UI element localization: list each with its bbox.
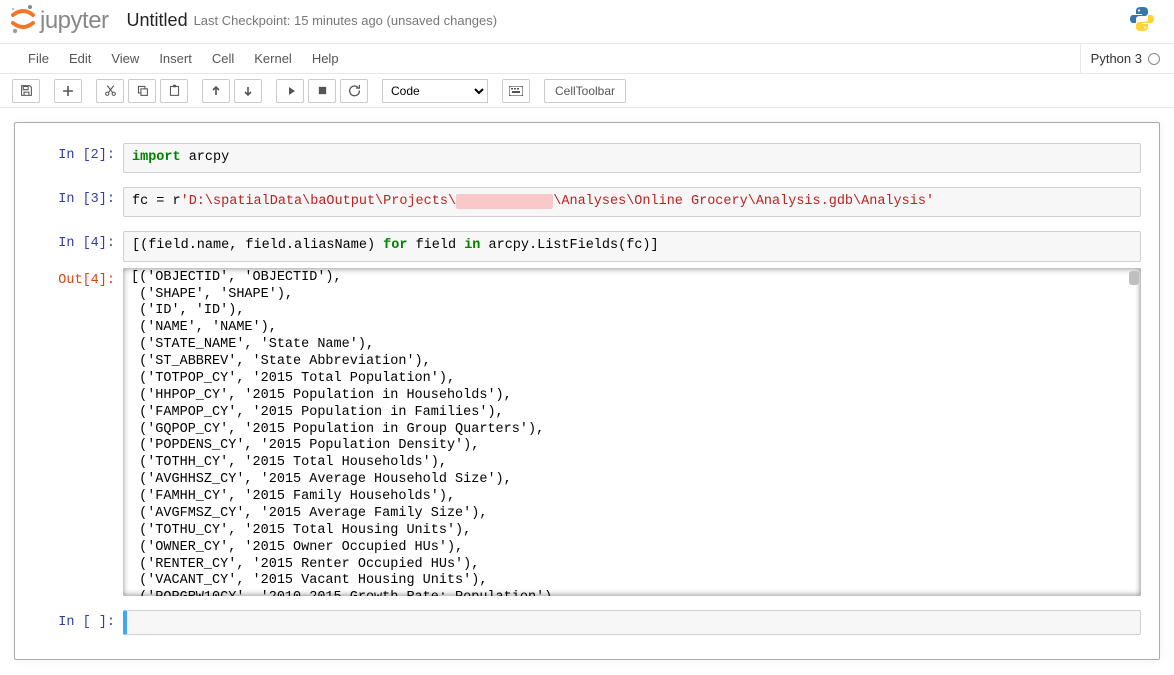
checkpoint-status: Last Checkpoint: 15 minutes ago (unsaved…: [194, 13, 498, 28]
menu-insert[interactable]: Insert: [149, 45, 202, 72]
cell-type-select[interactable]: Code: [382, 79, 488, 103]
menubar: File Edit View Insert Cell Kernel Help P…: [0, 44, 1174, 74]
notebook-title[interactable]: Untitled: [127, 10, 188, 31]
scrollbar-thumb[interactable]: [1129, 271, 1139, 285]
menu-kernel[interactable]: Kernel: [244, 45, 302, 72]
paste-button[interactable]: [160, 79, 188, 103]
notebook-header: jupyter Untitled Last Checkpoint: 15 min…: [0, 0, 1174, 44]
kernel-indicator: Python 3: [1080, 44, 1160, 73]
menu-cell[interactable]: Cell: [202, 45, 244, 72]
restart-button[interactable]: [340, 79, 368, 103]
cut-button[interactable]: [96, 79, 124, 103]
code-cell[interactable]: In [2]: import arcpy: [33, 143, 1141, 173]
output-prompt: Out[4]:: [33, 268, 123, 596]
notebook-container: In [2]: import arcpy In [3]: fc = r'D:\s…: [14, 122, 1160, 660]
jupyter-logo[interactable]: jupyter: [10, 4, 109, 37]
menu-edit[interactable]: Edit: [59, 45, 101, 72]
input-prompt: In [3]:: [33, 187, 123, 217]
code-input[interactable]: [(field.name, field.aliasName) for field…: [123, 231, 1141, 261]
move-up-button[interactable]: [202, 79, 230, 103]
code-cell[interactable]: In [4]: [(field.name, field.aliasName) f…: [33, 231, 1141, 261]
python-icon: [1128, 5, 1156, 36]
interrupt-button[interactable]: [308, 79, 336, 103]
output-cell: Out[4]: [('OBJECTID', 'OBJECTID'), ('SHA…: [33, 268, 1141, 596]
command-palette-button[interactable]: [502, 79, 530, 103]
code-input[interactable]: import arcpy: [123, 143, 1141, 173]
code-input[interactable]: [123, 610, 1141, 635]
output-text[interactable]: [('OBJECTID', 'OBJECTID'), ('SHAPE', 'SH…: [123, 268, 1141, 596]
copy-button[interactable]: [128, 79, 156, 103]
toolbar: Code CellToolbar: [0, 74, 1174, 108]
input-prompt: In [2]:: [33, 143, 123, 173]
menu-view[interactable]: View: [101, 45, 149, 72]
code-cell[interactable]: In [3]: fc = r'D:\spatialData\baOutput\P…: [33, 187, 1141, 217]
run-button[interactable]: [276, 79, 304, 103]
save-button[interactable]: [12, 79, 40, 103]
input-prompt: In [4]:: [33, 231, 123, 261]
move-down-button[interactable]: [234, 79, 262, 103]
menu-file[interactable]: File: [18, 45, 59, 72]
kernel-name: Python 3: [1091, 51, 1142, 66]
notebook-area: In [2]: import arcpy In [3]: fc = r'D:\s…: [0, 108, 1174, 674]
kernel-status-icon: [1148, 53, 1160, 65]
cell-toolbar-button[interactable]: CellToolbar: [544, 79, 626, 103]
menu-help[interactable]: Help: [302, 45, 349, 72]
input-prompt: In [ ]:: [33, 610, 123, 635]
code-cell[interactable]: In [ ]:: [33, 610, 1141, 635]
jupyter-logo-text: jupyter: [40, 7, 109, 35]
insert-cell-button[interactable]: [54, 79, 82, 103]
jupyter-icon: [10, 4, 36, 37]
code-input[interactable]: fc = r'D:\spatialData\baOutput\Projects\…: [123, 187, 1141, 217]
